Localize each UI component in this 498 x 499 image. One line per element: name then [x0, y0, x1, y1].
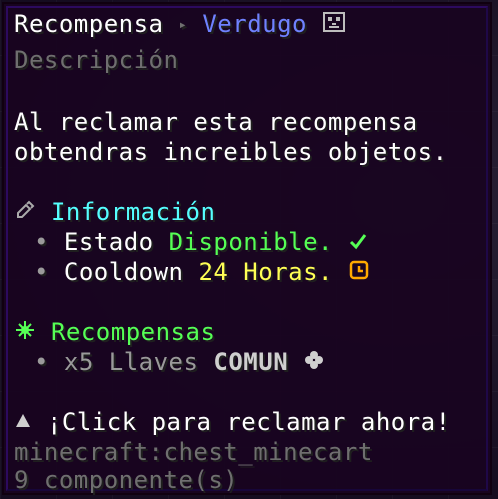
- checkmark-icon: [348, 229, 368, 257]
- info-row-cooldown: • Cooldown 24 Horas.: [34, 258, 370, 287]
- claim-action[interactable]: ¡Click para reclamar ahora!: [14, 408, 451, 437]
- description-line-2: obtendras increibles objetos.: [14, 138, 448, 166]
- rewards-header-label: Recompensas: [50, 318, 216, 346]
- status-label: Estado: [63, 228, 154, 256]
- info-header: Información: [14, 198, 215, 227]
- reward-name: Recompensa: [14, 10, 164, 38]
- bullet: •: [34, 348, 49, 376]
- status-value: Disponible.: [168, 228, 334, 256]
- item-id: minecraft:chest_minecart: [14, 438, 373, 466]
- sparkle-icon: [14, 319, 36, 347]
- pencil-icon: [14, 199, 36, 227]
- tooltip-title: Recompensa ▸ Verdugo: [14, 10, 346, 39]
- separator-arrow-icon: ▸: [178, 17, 188, 33]
- claim-action-label[interactable]: ¡Click para reclamar ahora!: [47, 408, 451, 436]
- reward-item-text: x5 Llaves: [63, 348, 199, 376]
- cooldown-value: 24 Horas.: [198, 258, 333, 286]
- reward-tier: COMUN: [213, 348, 289, 376]
- clock-icon: [348, 259, 370, 287]
- reward-item: • x5 Llaves COMUN: [34, 348, 325, 377]
- bullet: •: [34, 258, 49, 286]
- item-tooltip: Recompensa ▸ Verdugo Descripción Al recl…: [2, 2, 492, 495]
- clover-icon: [303, 349, 325, 377]
- cooldown-label: Cooldown: [63, 258, 184, 286]
- up-arrow-icon: [14, 409, 32, 437]
- rewards-header: Recompensas: [14, 318, 215, 347]
- bullet: •: [34, 228, 49, 256]
- description-line-1: Al reclamar esta recompensa: [14, 108, 418, 136]
- skull-icon: [322, 11, 346, 39]
- rank-name: Verdugo: [202, 10, 307, 38]
- info-header-label: Información: [50, 198, 216, 226]
- info-row-status: • Estado Disponible.: [34, 228, 368, 257]
- subtitle: Descripción: [14, 46, 179, 74]
- component-count: 9 componente(s): [14, 466, 239, 494]
